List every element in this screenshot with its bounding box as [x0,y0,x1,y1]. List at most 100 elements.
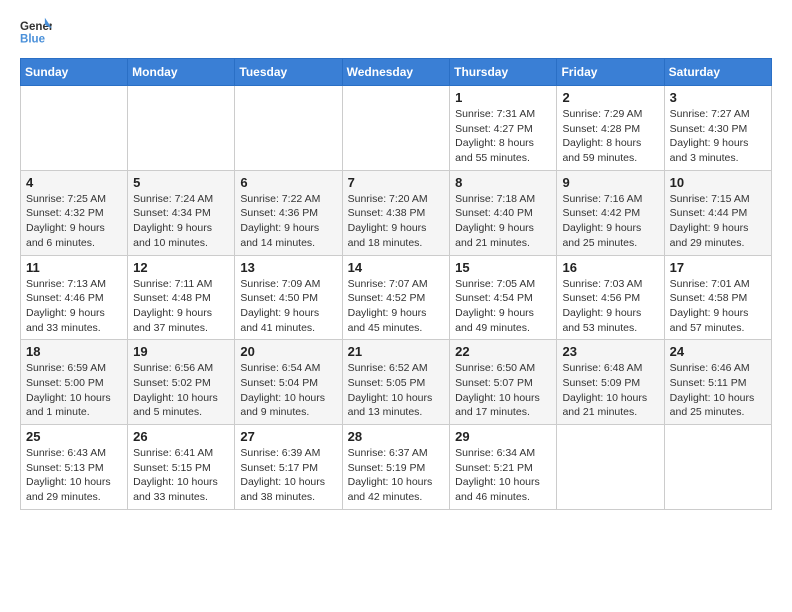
day-number: 3 [670,90,766,105]
calendar-cell: 3 Sunrise: 7:27 AM Sunset: 4:30 PM Daylig… [664,86,771,171]
day-number: 22 [455,344,551,359]
calendar-cell: 22 Sunrise: 6:50 AM Sunset: 5:07 PM Dayli… [450,340,557,425]
calendar-header-wednesday: Wednesday [342,59,450,86]
calendar-cell: 4 Sunrise: 7:25 AM Sunset: 4:32 PM Daylig… [21,170,128,255]
calendar-week-3: 11 Sunrise: 7:13 AM Sunset: 4:46 PM Dayli… [21,255,772,340]
calendar-cell: 28Sunrise: 6:37 AM Sunset: 5:19 PM Dayli… [342,425,450,510]
day-number: 29 [455,429,551,444]
day-number: 16 [562,260,658,275]
day-info: Sunrise: 7:31 AM Sunset: 4:27 PM Dayligh… [455,107,551,166]
calendar-cell: 21 Sunrise: 6:52 AM Sunset: 5:05 PM Dayli… [342,340,450,425]
day-info: Sunrise: 7:07 AM Sunset: 4:52 PM Dayligh… [348,277,445,336]
calendar-body: 1 Sunrise: 7:31 AM Sunset: 4:27 PM Daylig… [21,86,772,510]
calendar-header-thursday: Thursday [450,59,557,86]
calendar-cell: 12Sunrise: 7:11 AM Sunset: 4:48 PM Dayli… [128,255,235,340]
day-number: 7 [348,175,445,190]
day-info: Sunrise: 7:18 AM Sunset: 4:40 PM Dayligh… [455,192,551,251]
day-number: 27 [240,429,336,444]
day-info: Sunrise: 7:03 AM Sunset: 4:56 PM Dayligh… [562,277,658,336]
calendar-cell: 7 Sunrise: 7:20 AM Sunset: 4:38 PM Daylig… [342,170,450,255]
page-header: General Blue [20,16,772,48]
svg-text:Blue: Blue [20,34,46,46]
calendar-cell: 17 Sunrise: 7:01 AM Sunset: 4:58 PM Dayli… [664,255,771,340]
day-number: 5 [133,175,229,190]
day-info: Sunrise: 7:29 AM Sunset: 4:28 PM Dayligh… [562,107,658,166]
day-info: Sunrise: 6:52 AM Sunset: 5:05 PM Dayligh… [348,361,445,420]
day-number: 9 [562,175,658,190]
day-info: Sunrise: 6:48 AM Sunset: 5:09 PM Dayligh… [562,361,658,420]
calendar-header-sunday: Sunday [21,59,128,86]
day-number: 6 [240,175,336,190]
day-info: Sunrise: 6:59 AM Sunset: 5:00 PM Dayligh… [26,361,122,420]
logo-icon: General Blue [20,16,52,48]
calendar-header-row: SundayMondayTuesdayWednesdayThursdayFrid… [21,59,772,86]
day-number: 17 [670,260,766,275]
day-info: Sunrise: 6:56 AM Sunset: 5:02 PM Dayligh… [133,361,229,420]
day-number: 1 [455,90,551,105]
day-info: Sunrise: 7:20 AM Sunset: 4:38 PM Dayligh… [348,192,445,251]
calendar-header-monday: Monday [128,59,235,86]
calendar-cell: 5 Sunrise: 7:24 AM Sunset: 4:34 PM Daylig… [128,170,235,255]
calendar-cell: 16 Sunrise: 7:03 AM Sunset: 4:56 PM Dayli… [557,255,664,340]
calendar-cell [342,86,450,171]
day-info: Sunrise: 7:27 AM Sunset: 4:30 PM Dayligh… [670,107,766,166]
day-number: 2 [562,90,658,105]
calendar-table: SundayMondayTuesdayWednesdayThursdayFrid… [20,58,772,510]
day-number: 8 [455,175,551,190]
day-number: 18 [26,344,122,359]
calendar-header-friday: Friday [557,59,664,86]
calendar-cell: 2 Sunrise: 7:29 AM Sunset: 4:28 PM Daylig… [557,86,664,171]
calendar-cell: 14 Sunrise: 7:07 AM Sunset: 4:52 PM Dayli… [342,255,450,340]
day-number: 24 [670,344,766,359]
day-info: Sunrise: 7:15 AM Sunset: 4:44 PM Dayligh… [670,192,766,251]
calendar-week-4: 18 Sunrise: 6:59 AM Sunset: 5:00 PM Dayli… [21,340,772,425]
calendar-cell [664,425,771,510]
calendar-cell: 27Sunrise: 6:39 AM Sunset: 5:17 PM Dayli… [235,425,342,510]
calendar-cell: 11 Sunrise: 7:13 AM Sunset: 4:46 PM Dayli… [21,255,128,340]
day-info: Sunrise: 6:34 AM Sunset: 5:21 PM Dayligh… [455,446,551,505]
calendar-cell: 9 Sunrise: 7:16 AM Sunset: 4:42 PM Daylig… [557,170,664,255]
day-info: Sunrise: 7:24 AM Sunset: 4:34 PM Dayligh… [133,192,229,251]
calendar-cell: 29 Sunrise: 6:34 AM Sunset: 5:21 PM Dayli… [450,425,557,510]
calendar-cell [235,86,342,171]
calendar-cell: 13 Sunrise: 7:09 AM Sunset: 4:50 PM Dayli… [235,255,342,340]
day-number: 13 [240,260,336,275]
day-number: 19 [133,344,229,359]
calendar-cell [128,86,235,171]
day-info: Sunrise: 7:09 AM Sunset: 4:50 PM Dayligh… [240,277,336,336]
day-number: 4 [26,175,122,190]
day-number: 23 [562,344,658,359]
calendar-cell [557,425,664,510]
day-number: 14 [348,260,445,275]
calendar-cell: 23 Sunrise: 6:48 AM Sunset: 5:09 PM Dayli… [557,340,664,425]
calendar-cell: 6 Sunrise: 7:22 AM Sunset: 4:36 PM Daylig… [235,170,342,255]
day-info: Sunrise: 7:01 AM Sunset: 4:58 PM Dayligh… [670,277,766,336]
day-number: 21 [348,344,445,359]
day-info: Sunrise: 7:05 AM Sunset: 4:54 PM Dayligh… [455,277,551,336]
day-number: 26 [133,429,229,444]
calendar-cell: 1 Sunrise: 7:31 AM Sunset: 4:27 PM Daylig… [450,86,557,171]
day-info: Sunrise: 7:11 AM Sunset: 4:48 PM Dayligh… [133,277,229,336]
calendar-cell: 19 Sunrise: 6:56 AM Sunset: 5:02 PM Dayli… [128,340,235,425]
day-info: Sunrise: 6:41 AM Sunset: 5:15 PM Dayligh… [133,446,229,505]
day-number: 15 [455,260,551,275]
day-info: Sunrise: 7:13 AM Sunset: 4:46 PM Dayligh… [26,277,122,336]
calendar-cell [21,86,128,171]
day-info: Sunrise: 6:50 AM Sunset: 5:07 PM Dayligh… [455,361,551,420]
calendar-header-tuesday: Tuesday [235,59,342,86]
day-number: 20 [240,344,336,359]
day-number: 11 [26,260,122,275]
calendar-cell: 18 Sunrise: 6:59 AM Sunset: 5:00 PM Dayli… [21,340,128,425]
day-info: Sunrise: 7:25 AM Sunset: 4:32 PM Dayligh… [26,192,122,251]
logo: General Blue [20,16,52,48]
calendar-cell: 25 Sunrise: 6:43 AM Sunset: 5:13 PM Dayli… [21,425,128,510]
day-info: Sunrise: 6:46 AM Sunset: 5:11 PM Dayligh… [670,361,766,420]
day-info: Sunrise: 7:16 AM Sunset: 4:42 PM Dayligh… [562,192,658,251]
calendar-header-saturday: Saturday [664,59,771,86]
calendar-cell: 15 Sunrise: 7:05 AM Sunset: 4:54 PM Dayli… [450,255,557,340]
day-number: 25 [26,429,122,444]
calendar-cell: 20Sunrise: 6:54 AM Sunset: 5:04 PM Dayli… [235,340,342,425]
day-info: Sunrise: 7:22 AM Sunset: 4:36 PM Dayligh… [240,192,336,251]
day-info: Sunrise: 6:43 AM Sunset: 5:13 PM Dayligh… [26,446,122,505]
calendar-week-1: 1 Sunrise: 7:31 AM Sunset: 4:27 PM Daylig… [21,86,772,171]
